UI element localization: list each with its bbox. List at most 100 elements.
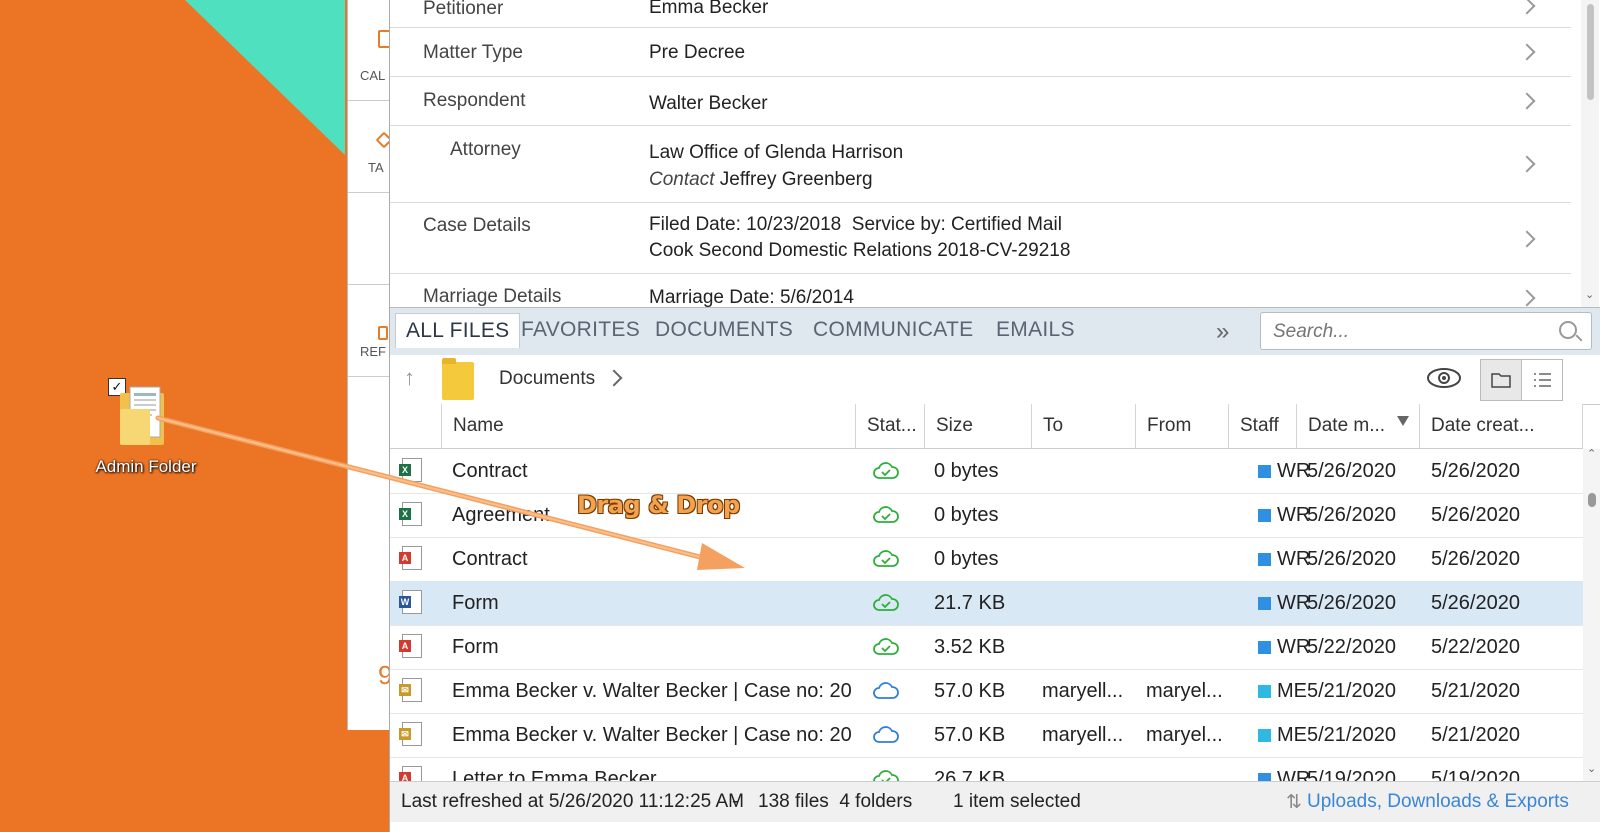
cloud-synced-icon [873,770,899,781]
nav-item-tasks[interactable]: TA [348,100,390,193]
column-header-icon[interactable] [390,404,441,448]
file-name[interactable]: Emma Becker v. Walter Becker | Case no: … [452,669,852,713]
file-name[interactable]: Emma Becker v. Walter Becker | Case no: … [452,713,852,757]
file-size: 0 bytes [934,460,999,482]
file-to: maryell... [1042,724,1124,746]
column-header-to[interactable]: To [1031,404,1135,448]
file-from: maryel... [1146,724,1223,746]
file-size: 0 bytes [934,548,999,570]
detail-row-respondent[interactable]: Respondent Walter Becker [390,77,1571,126]
staff-color-swatch [1258,773,1271,781]
app-side-nav: CAL TA REF 9 [347,0,390,730]
staff-color-swatch [1258,685,1271,698]
file-name[interactable]: Form [452,581,852,625]
email-icon: ✉ [399,722,422,746]
table-row[interactable]: A Letter to Emma Becker 26.7 KB WR 5/19/2020… [390,757,1583,781]
word-icon: W [399,590,422,614]
details-scrollbar[interactable]: ⌄ [1581,0,1599,307]
table-row[interactable]: X Contract 0 bytes WR 5/26/2020 5/26/2020 [390,449,1583,494]
file-grid-scrollbar[interactable]: ⌃ ⌄ [1583,447,1600,781]
staff-initials: WR [1277,768,1311,781]
folder-icon [442,358,474,400]
date-modified: 5/21/2020 [1307,724,1396,746]
column-header-status[interactable]: Stat... [855,404,924,448]
staff-color-swatch [1258,729,1271,742]
contact-label: Contact [649,169,715,190]
table-row[interactable]: W Form 21.7 KB WR 5/26/2020 5/26/2020 [390,581,1583,626]
file-name[interactable]: Form [452,625,852,669]
detail-row-petitioner[interactable]: Petitioner Emma Becker [390,0,1571,28]
column-header-date-created[interactable]: Date creat... [1419,404,1583,448]
table-row[interactable]: ✉ Emma Becker v. Walter Becker | Case no:… [390,669,1583,714]
search-box[interactable] [1260,312,1592,350]
tab-all-files[interactable]: ALL FILES [395,313,521,348]
file-tabs-bar: ALL FILES FAVORITES DOCUMENTS COMMUNICAT… [390,307,1600,356]
table-row[interactable]: A Form 3.52 KB WR 5/22/2020 5/22/2020 [390,625,1583,670]
detail-value: Walter Becker [649,93,768,114]
table-row[interactable]: X Agreement 0 bytes WR 5/26/2020 5/26/2020 [390,493,1583,538]
tab-documents[interactable]: DOCUMENTS [655,318,793,342]
scroll-up-icon[interactable]: ⌃ [1587,447,1596,460]
file-size: 57.0 KB [934,680,1006,702]
uploads-downloads-link[interactable]: Uploads, Downloads & Exports [1307,791,1569,813]
transfer-arrows-icon: ⇅ [1286,792,1302,813]
column-header-staff[interactable]: Staff [1228,404,1296,448]
file-to: maryell... [1042,680,1124,702]
scroll-down-icon[interactable]: ⌄ [1585,288,1594,301]
arrow-up-icon[interactable]: ↑ [404,365,415,391]
tab-emails[interactable]: EMAILS [996,318,1075,342]
staff-initials: WR [1277,592,1311,614]
search-input[interactable] [1271,319,1545,345]
detail-value: Cook Second Domestic Relations 2018-CV-2… [649,240,1071,261]
matter-details-panel: Petitioner Emma Becker Matter Type Pre D… [390,0,1583,307]
nav-item-calendar[interactable]: CAL [348,0,390,101]
admin-folder-icon[interactable] [118,383,170,449]
cloud-icon [873,682,899,699]
nav-item-reports[interactable]: REF [348,284,390,377]
table-row[interactable]: ✉ Emma Becker v. Walter Becker | Case no:… [390,713,1583,758]
breadcrumb-documents[interactable]: Documents [499,368,595,390]
scroll-down-icon[interactable]: ⌄ [1587,762,1596,775]
staff-initials: WR [1277,504,1311,526]
detail-label: Marriage Details [423,286,562,307]
cloud-synced-icon [873,506,899,523]
scrollbar-thumb[interactable] [1588,493,1596,507]
detail-row-case-details[interactable]: Case Details Filed Date: 10/23/2018 Serv… [390,203,1571,274]
admin-folder-label[interactable]: Admin Folder [84,457,208,477]
column-header-size[interactable]: Size [924,404,1031,448]
date-modified: 5/21/2020 [1307,680,1396,702]
table-row[interactable]: A Contract 0 bytes WR 5/26/2020 5/26/2020 [390,537,1583,582]
tab-communicate[interactable]: COMMUNICATE [813,318,973,342]
detail-row-attorney[interactable]: Attorney Law Office of Glenda Harrison C… [390,126,1571,203]
detail-value: Filed Date: 10/23/2018 Service by: Certi… [649,214,1062,235]
detail-row-marriage[interactable]: Marriage Details Marriage Date: 5/6/2014 [390,274,1571,307]
scrollbar-thumb[interactable] [1587,4,1594,100]
folder-view-button[interactable] [1480,359,1522,401]
column-header-date-modified[interactable]: Date m... [1296,404,1419,448]
pdf-icon: A [399,634,422,658]
nav-item-blank[interactable] [348,192,390,285]
detail-value: Marriage Date: 5/6/2014 [649,287,854,307]
chevron-right-icon [1518,43,1536,61]
detail-row-matter-type[interactable]: Matter Type Pre Decree [390,28,1571,77]
more-tabs-icon[interactable]: » [1216,318,1229,346]
date-created: 5/26/2020 [1431,592,1520,614]
list-view-button[interactable] [1521,359,1563,401]
search-icon[interactable] [1559,321,1577,339]
detail-value: Emma Becker [649,0,769,18]
eye-icon[interactable] [1427,367,1461,389]
date-created: 5/22/2020 [1431,636,1520,658]
tab-favorites[interactable]: FAVORITES [521,318,640,342]
chevron-right-icon[interactable] [605,369,623,387]
date-created: 5/26/2020 [1431,504,1520,526]
column-header-name[interactable]: Name [441,404,855,448]
file-name[interactable]: Letter to Emma Becker [452,757,852,781]
nav-item-label: TA [368,160,384,175]
column-header-from[interactable]: From [1135,404,1228,448]
nav-item-label: CAL [360,68,386,83]
detail-label: Case Details [423,215,531,236]
file-name[interactable]: Contract [452,449,852,493]
file-name[interactable]: Contract [452,537,852,581]
tasks-icon [375,131,390,149]
file-size: 26.7 KB [934,768,1006,781]
